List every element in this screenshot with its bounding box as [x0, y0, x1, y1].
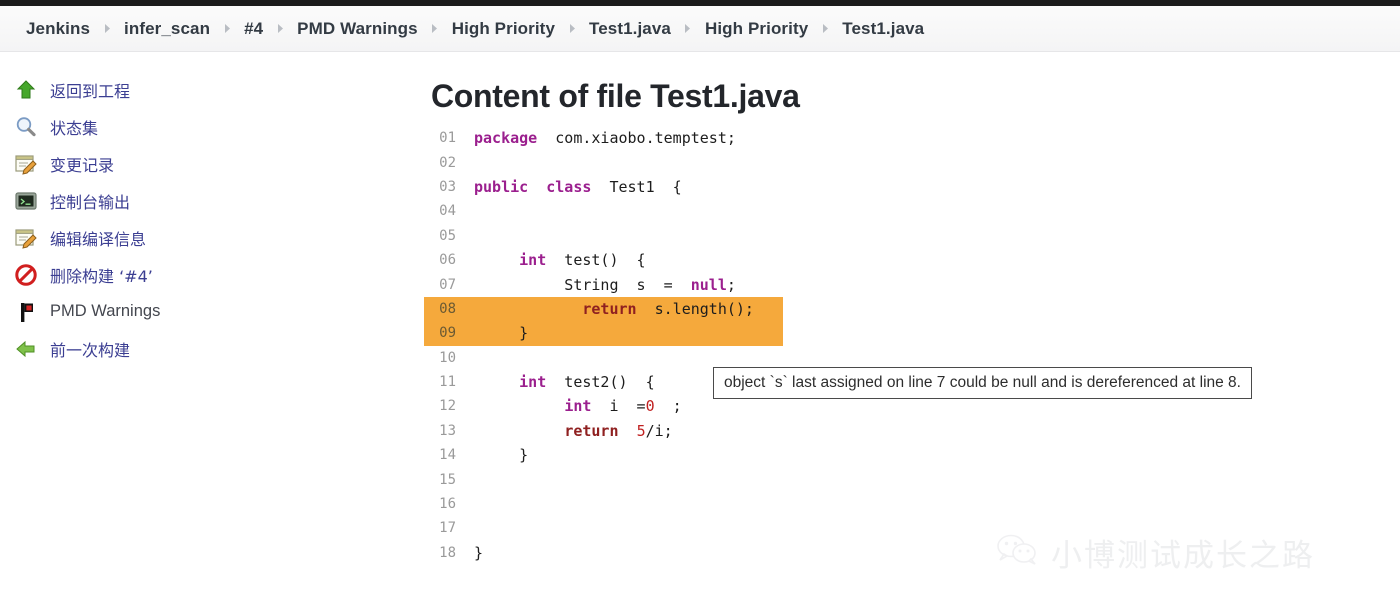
code-line: 03 public class Test1 {	[424, 175, 783, 199]
code-line-highlighted: 09 }	[424, 321, 783, 346]
code-line: 15	[424, 467, 783, 491]
wechat-icon	[995, 533, 1041, 572]
code-line: 14 }	[424, 443, 783, 467]
sidebar-item-label: 控制台输出	[50, 192, 131, 212]
breadcrumb-item-5[interactable]: Test1.java	[589, 19, 671, 39]
magnifier-icon	[14, 115, 38, 139]
sidebar: 返回到工程状态集变更记录控制台输出编辑编译信息 删除构建 ‘#4’ PMD Warn…	[0, 62, 400, 367]
breadcrumb: Jenkins infer_scan #4 PMD Warnings High Prio…	[0, 6, 1400, 52]
warning-tooltip: object `s` last assigned on line 7 could…	[713, 367, 1252, 400]
code-listing: 01 package com.xiaobo.temptest; 02 03 public…	[400, 126, 1400, 565]
sidebar-item-label: 前一次构建	[50, 340, 131, 360]
code-line: 13 return 5/i;	[424, 419, 783, 443]
breadcrumb-separator-icon	[90, 23, 124, 34]
page-title: Content of file Test1.java	[431, 78, 800, 114]
line-number: 03	[439, 178, 456, 195]
code-line: 04	[424, 199, 783, 223]
code-line: 07 String s = null;	[424, 272, 783, 296]
breadcrumb-item-4[interactable]: High Priority	[452, 19, 555, 39]
code-line-highlighted: 08 return s.length();	[424, 296, 783, 322]
breadcrumb-item-2[interactable]: #4	[244, 19, 263, 39]
sidebar-item-label: 变更记录	[50, 155, 115, 175]
sidebar-item-7[interactable]: 前一次构建	[0, 330, 400, 367]
code-line: 17	[424, 516, 783, 540]
line-number: 02	[439, 154, 456, 171]
code-line-text: }	[474, 543, 484, 562]
line-number: 09	[439, 325, 456, 342]
breadcrumb-separator-icon	[555, 23, 589, 34]
code-line: 18}	[424, 541, 783, 565]
sidebar-item-5[interactable]: 删除构建 ‘#4’	[0, 256, 400, 293]
breadcrumb-item-0[interactable]: Jenkins	[26, 19, 90, 39]
notepad-pencil-icon	[14, 226, 38, 250]
breadcrumb-separator-icon	[418, 23, 452, 34]
breadcrumb-separator-icon	[671, 23, 705, 34]
code-line-text: }	[474, 324, 529, 343]
line-number: 07	[439, 276, 456, 293]
code-line-text: public class Test1 {	[474, 177, 682, 196]
sidebar-item-2[interactable]: 变更记录	[0, 145, 400, 182]
line-number: 13	[439, 422, 456, 439]
code-line: 16	[424, 492, 783, 516]
line-number: 01	[439, 130, 456, 147]
breadcrumb-item-3[interactable]: PMD Warnings	[297, 19, 418, 39]
line-number: 12	[439, 398, 456, 415]
sidebar-item-label: 状态集	[50, 118, 99, 138]
breadcrumb-separator-icon	[263, 23, 297, 34]
code-line: 02	[424, 150, 783, 174]
code-line-text: int test2() {	[519, 373, 655, 392]
code-line-text: int test() {	[519, 251, 646, 270]
sidebar-item-6[interactable]: PMD Warnings	[0, 293, 400, 330]
line-number: 11	[439, 374, 456, 391]
no-entry-icon	[14, 263, 38, 287]
breadcrumb-separator-icon	[210, 23, 244, 34]
line-number: 08	[439, 300, 456, 317]
watermark: 小博测试成长之路	[995, 530, 1315, 575]
line-number: 17	[439, 520, 456, 537]
breadcrumb-item-1[interactable]: infer_scan	[124, 19, 210, 39]
code-line-text: String s = null;	[474, 275, 736, 294]
line-number: 10	[439, 349, 456, 366]
code-line: 06 int test() {	[424, 248, 783, 272]
line-number: 18	[439, 544, 456, 561]
breadcrumb-item-6[interactable]: High Priority	[705, 19, 808, 39]
sidebar-item-1[interactable]: 状态集	[0, 108, 400, 145]
line-number: 14	[439, 447, 456, 464]
terminal-icon	[14, 189, 38, 213]
sidebar-item-label: 删除构建 ‘#4’	[50, 266, 153, 286]
breadcrumb-item-7[interactable]: Test1.java	[842, 19, 924, 39]
sidebar-item-label: 编辑编译信息	[50, 229, 147, 249]
pmd-flag-icon	[14, 300, 38, 324]
sidebar-item-3[interactable]: 控制台输出	[0, 182, 400, 219]
code-line: 05	[424, 224, 783, 248]
breadcrumb-separator-icon	[808, 23, 842, 34]
line-number: 15	[439, 471, 456, 488]
watermark-text: 小博测试成长之路	[1051, 538, 1315, 574]
line-number: 05	[439, 227, 456, 244]
sidebar-item-0[interactable]: 返回到工程	[0, 71, 400, 108]
line-number: 16	[439, 496, 456, 513]
code-line-text: return 5/i;	[564, 421, 673, 440]
code-line: 01 package com.xiaobo.temptest;	[424, 126, 783, 150]
code-line-text: return s.length();	[582, 299, 754, 318]
up-arrow-icon	[14, 78, 38, 102]
code-line-text: package com.xiaobo.temptest;	[474, 129, 736, 148]
line-number: 06	[439, 252, 456, 269]
sidebar-item-label: 返回到工程	[50, 81, 131, 101]
sidebar-item-label: PMD Warnings	[50, 302, 161, 320]
line-number: 04	[439, 203, 456, 220]
left-arrow-icon	[14, 337, 38, 361]
sidebar-item-4[interactable]: 编辑编译信息	[0, 219, 400, 256]
notepad-pencil-icon	[14, 152, 38, 176]
code-line-text: int i =0 ;	[564, 397, 682, 416]
code-line-text: }	[474, 446, 529, 465]
